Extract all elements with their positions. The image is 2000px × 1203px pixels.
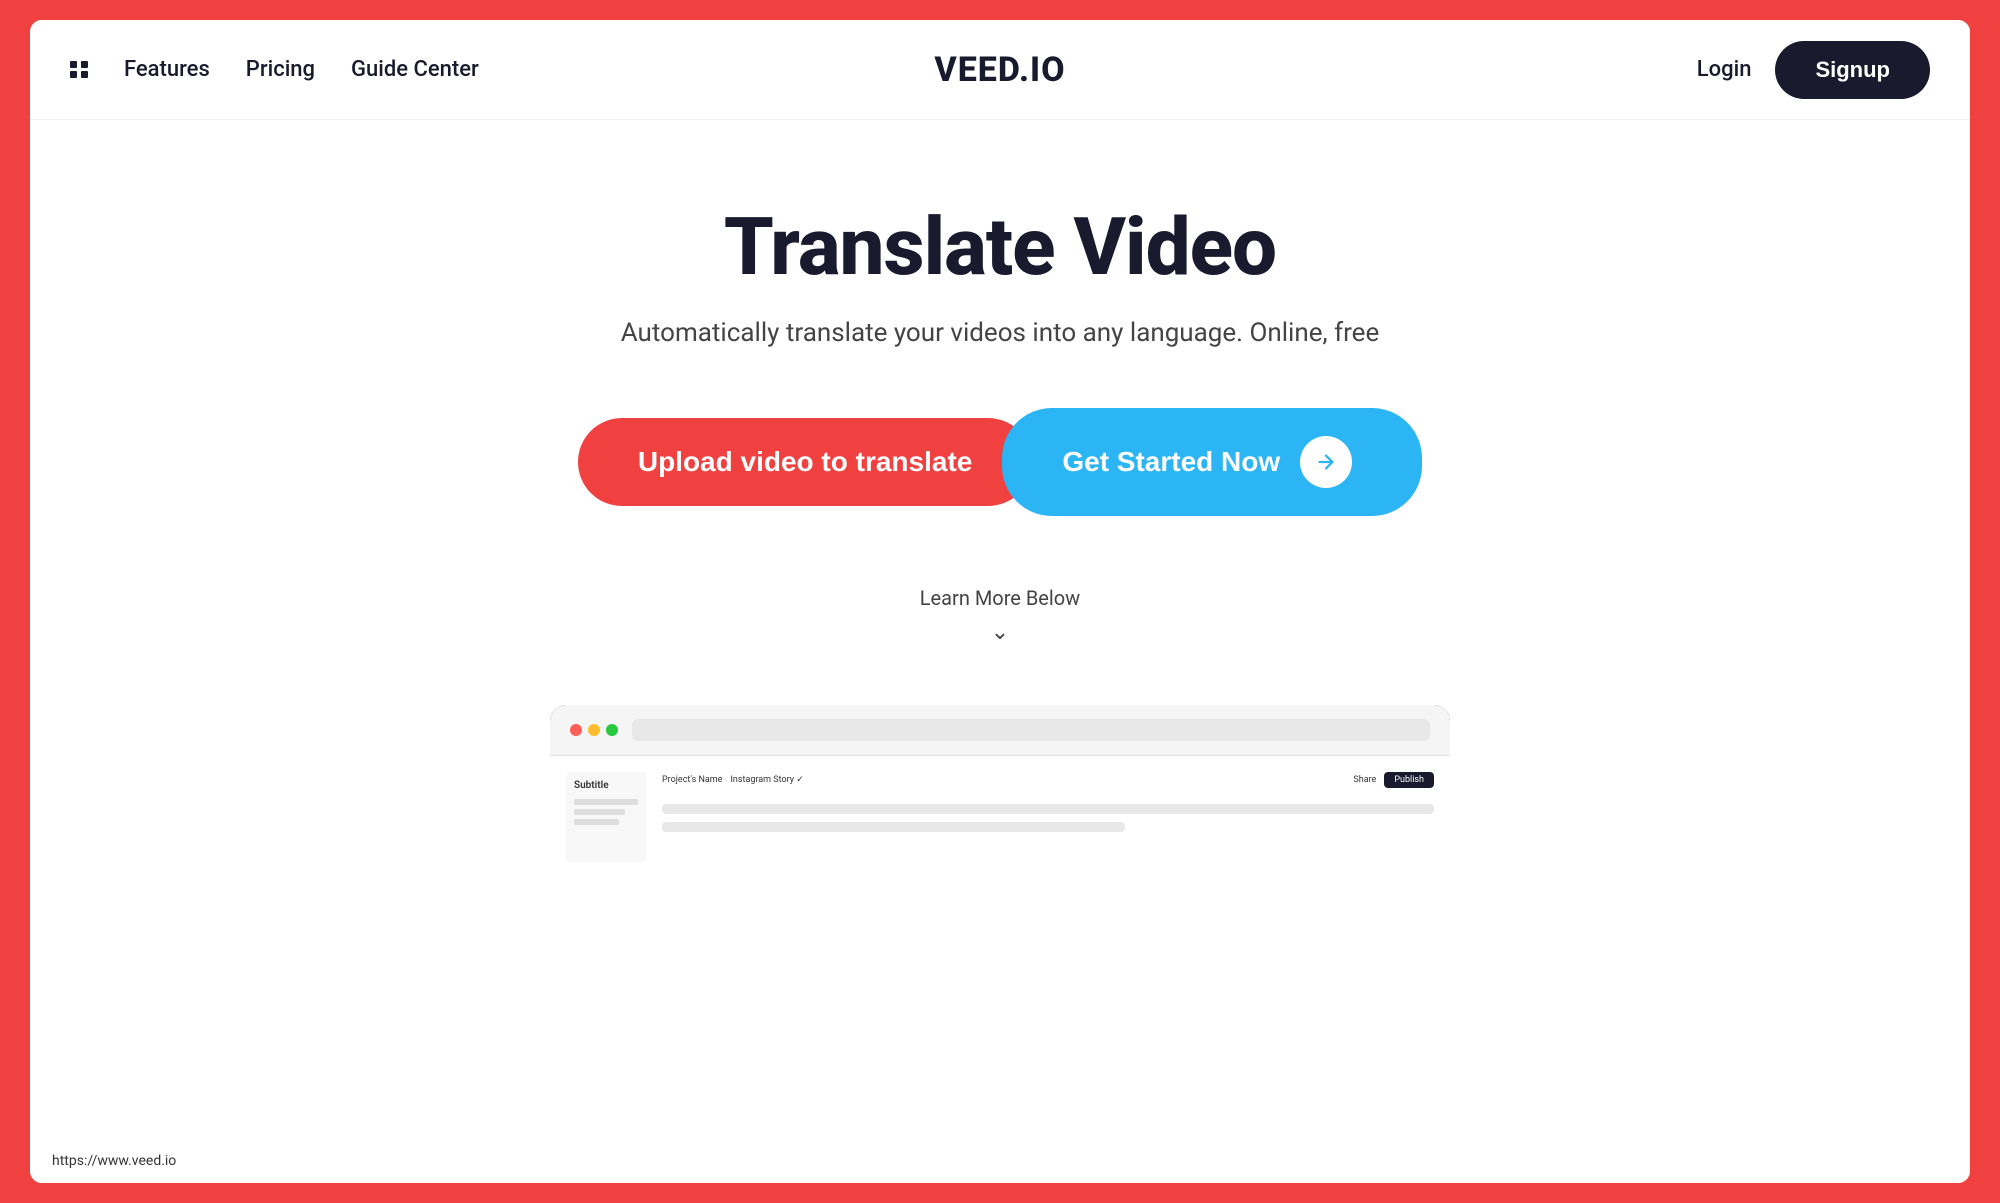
browser-mockup: Subtitle Project's Name Instagram Story … [550, 705, 1450, 876]
pricing-nav-link[interactable]: Pricing [246, 57, 315, 82]
url-bar: https://www.veed.io [40, 1149, 188, 1173]
upload-video-button[interactable]: Upload video to translate [578, 418, 1033, 506]
main-window: Features Pricing Guide Center VEED.IO Lo… [30, 20, 1970, 1183]
mock-bar-1 [662, 804, 1434, 814]
content-mock: Project's Name Instagram Story ✓ Share P… [662, 772, 1434, 832]
browser-content: Subtitle Project's Name Instagram Story … [550, 756, 1450, 876]
chevron-down-icon[interactable]: ⌄ [991, 620, 1009, 645]
main-content: Translate Video Automatically translate … [30, 120, 1970, 1183]
site-logo: VEED.IO [934, 50, 1065, 90]
navbar: Features Pricing Guide Center VEED.IO Lo… [30, 20, 1970, 120]
sidebar-mock: Subtitle [566, 772, 646, 862]
guide-center-nav-link[interactable]: Guide Center [351, 57, 479, 82]
mock-bar-2 [662, 822, 1125, 832]
signup-button[interactable]: Signup [1775, 41, 1930, 99]
hero-title: Translate Video [724, 200, 1276, 294]
learn-more-text: Learn More Below [920, 586, 1080, 610]
project-name-label: Project's Name [662, 775, 722, 785]
subtitle-label: Subtitle [574, 780, 638, 791]
toolbar-mock-left: Project's Name Instagram Story ✓ [662, 775, 804, 785]
publish-label[interactable]: Publish [1384, 772, 1434, 788]
instagram-story-label: Instagram Story ✓ [730, 775, 803, 785]
toolbar-mock: Project's Name Instagram Story ✓ Share P… [662, 772, 1434, 788]
get-started-label: Get Started Now [1062, 446, 1280, 478]
grid-icon[interactable] [70, 61, 88, 79]
navbar-right: Login Signup [1697, 41, 1930, 99]
arrow-icon [1300, 436, 1352, 488]
learn-more-section: Learn More Below ⌄ [920, 586, 1080, 645]
login-link[interactable]: Login [1697, 57, 1752, 82]
share-label: Share [1353, 775, 1376, 785]
browser-toolbar [550, 705, 1450, 756]
cta-container: Upload video to translate Get Started No… [578, 408, 1422, 516]
get-started-button[interactable]: Get Started Now [1002, 408, 1422, 516]
navbar-left: Features Pricing Guide Center [70, 57, 479, 82]
features-nav-link[interactable]: Features [124, 57, 210, 82]
hero-subtitle: Automatically translate your videos into… [621, 318, 1380, 348]
